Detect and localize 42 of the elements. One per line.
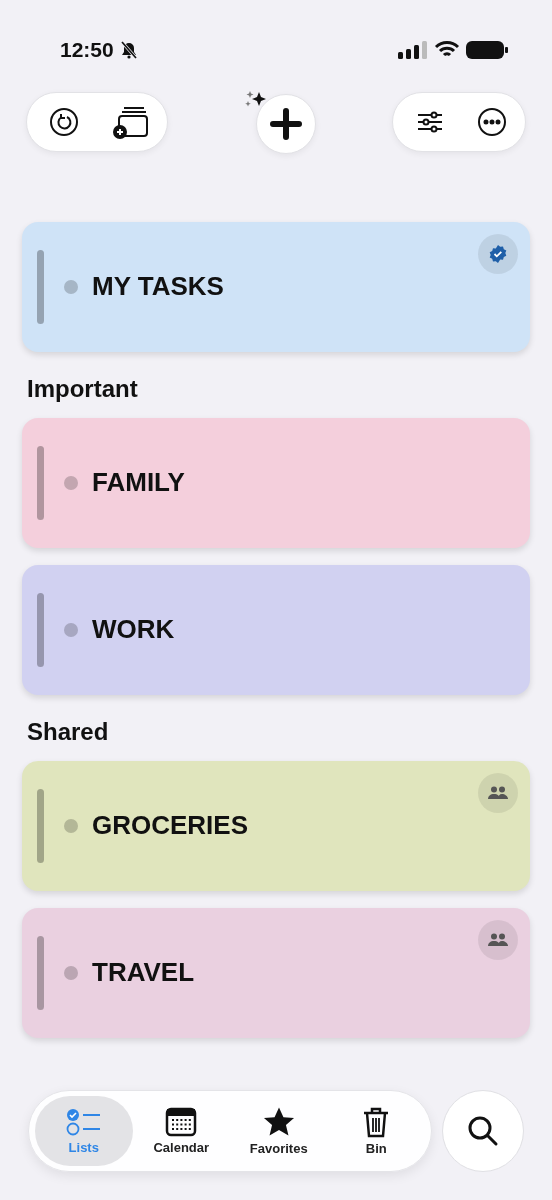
list-card[interactable]: FAMILY — [22, 418, 530, 548]
toolbar-button[interactable] — [49, 107, 79, 137]
tab[interactable]: Calendar — [132, 1096, 230, 1166]
list-title: MY TASKS — [92, 270, 224, 302]
verified-badge[interactable] — [478, 234, 518, 274]
search-icon — [467, 1115, 499, 1147]
shared-badge[interactable] — [478, 920, 518, 960]
battery-icon — [466, 40, 508, 60]
verified-icon — [489, 245, 507, 263]
tab[interactable]: Bin — [327, 1096, 425, 1166]
dot-icon — [64, 280, 78, 294]
signal-icon — [398, 41, 428, 59]
list-card[interactable]: MY TASKS — [22, 222, 530, 352]
dot-icon — [64, 966, 78, 980]
dot-icon — [64, 819, 78, 833]
list-card[interactable]: GROCERIES — [22, 761, 530, 891]
toolbar-button[interactable] — [477, 107, 507, 137]
trash-icon — [362, 1106, 391, 1138]
refresh-icon — [49, 107, 79, 137]
status-time: 12:50 — [60, 38, 114, 62]
people-icon — [488, 933, 508, 947]
star-icon — [261, 1106, 296, 1138]
dot-icon — [64, 623, 78, 637]
list-title: FAMILY — [92, 466, 185, 498]
more-icon — [477, 107, 507, 137]
list-title: TRAVEL — [92, 956, 195, 988]
list-title: GROCERIES — [92, 809, 249, 841]
calendar-icon — [165, 1107, 198, 1137]
people-icon — [488, 786, 508, 800]
toolbar-button[interactable] — [111, 105, 149, 139]
section-heading: Important — [27, 375, 139, 403]
list-card[interactable]: TRAVEL — [22, 908, 530, 1038]
section-heading: Shared — [27, 718, 110, 746]
dot-icon — [64, 476, 78, 490]
plus-icon — [269, 107, 303, 141]
checklist-icon — [65, 1107, 102, 1137]
shared-badge[interactable] — [478, 773, 518, 813]
list-title: WORK — [92, 613, 175, 645]
new-list-button[interactable] — [256, 94, 316, 154]
list-card[interactable]: WORK — [22, 565, 530, 695]
tab[interactable]: Favorites — [230, 1096, 328, 1166]
add-stack-icon — [111, 105, 149, 139]
